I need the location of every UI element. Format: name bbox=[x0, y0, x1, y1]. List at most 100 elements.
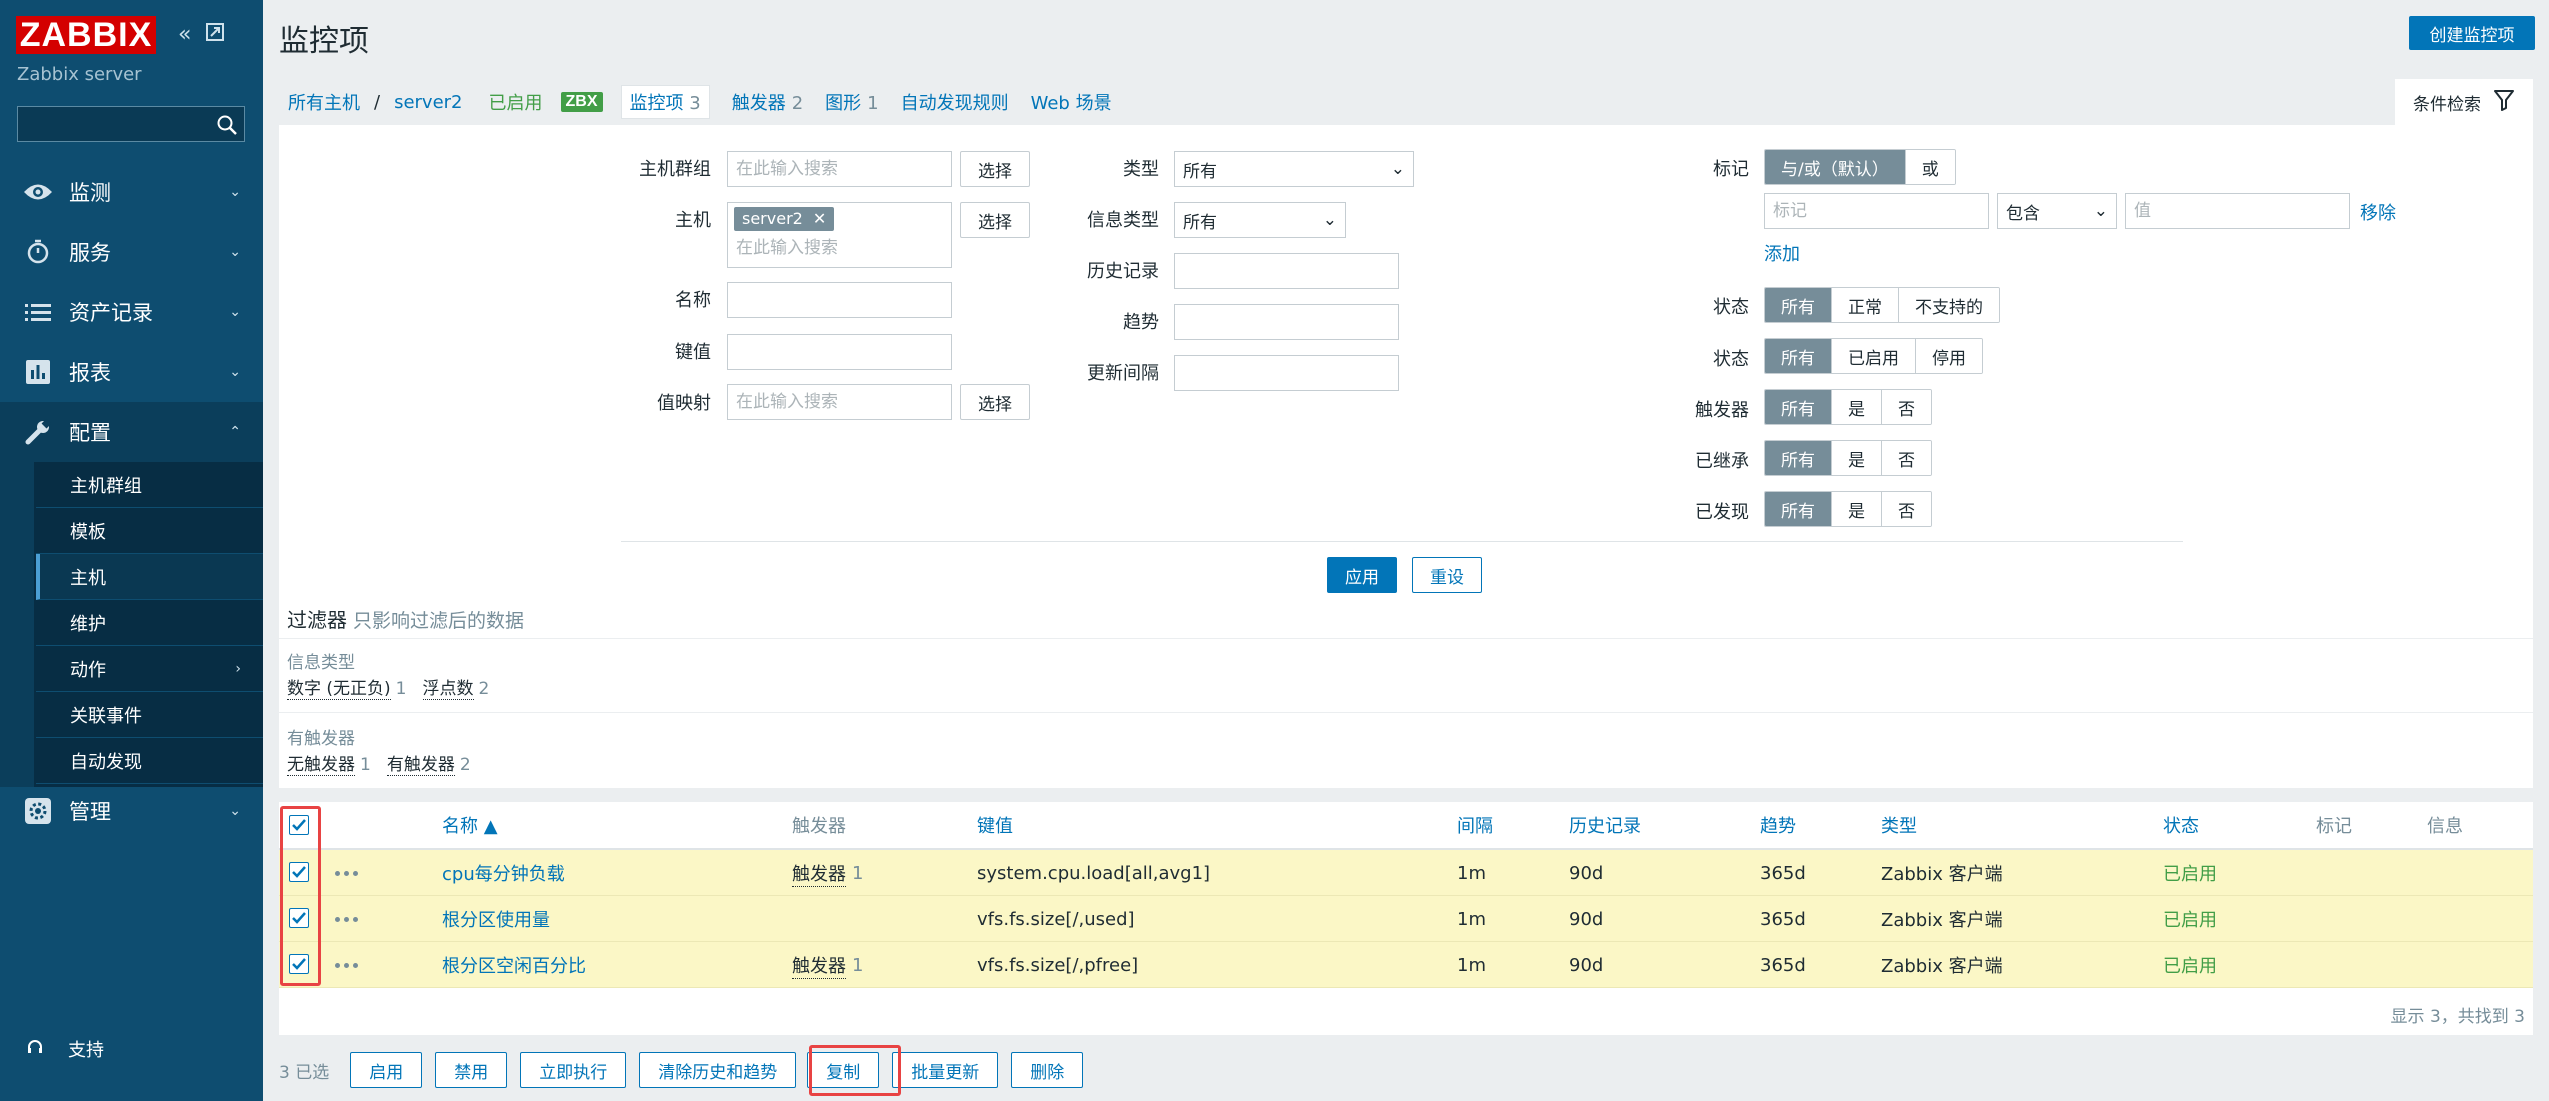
subfilter-value[interactable]: 无触发器 1 bbox=[287, 750, 371, 776]
inherited-no[interactable]: 否 bbox=[1882, 441, 1931, 475]
item-triggers[interactable]: 触发器 1 bbox=[792, 850, 863, 896]
tab-triggers[interactable]: 触发器 2 bbox=[732, 89, 803, 115]
trends-input[interactable] bbox=[1174, 304, 1399, 340]
enable-button[interactable]: 启用 bbox=[350, 1052, 423, 1088]
remove-tag-link[interactable]: 移除 bbox=[2360, 199, 2396, 225]
state-toggle[interactable]: 所有 正常 不支持的 bbox=[1764, 287, 2000, 323]
support-link[interactable]: 支持 bbox=[26, 1036, 104, 1062]
disable-button[interactable]: 禁用 bbox=[435, 1052, 508, 1088]
menu-monitoring[interactable]: 监测 ⌄ bbox=[0, 162, 263, 222]
discovered-no[interactable]: 否 bbox=[1882, 492, 1931, 526]
menu-administration[interactable]: 管理 ⌄ bbox=[0, 781, 263, 841]
column-interval[interactable]: 间隔 bbox=[1457, 802, 1493, 848]
column-type[interactable]: 类型 bbox=[1881, 802, 1917, 848]
triggers-yes[interactable]: 是 bbox=[1832, 390, 1882, 424]
state-all[interactable]: 所有 bbox=[1765, 288, 1832, 322]
tag-name-input[interactable]: 标记 bbox=[1764, 193, 1989, 229]
breadcrumb-host[interactable]: server2 bbox=[394, 92, 462, 113]
column-history[interactable]: 历史记录 bbox=[1569, 802, 1641, 848]
zabbix-logo[interactable]: ZABBIX bbox=[16, 16, 156, 54]
submenu-hosts[interactable]: 主机 bbox=[36, 554, 263, 600]
subfilter-value[interactable]: 数字 (无正负) 1 bbox=[287, 674, 407, 700]
column-name[interactable]: 名称 ▲ bbox=[442, 802, 498, 848]
inherited-yes[interactable]: 是 bbox=[1832, 441, 1882, 475]
tags-mode-or[interactable]: 或 bbox=[1905, 150, 1955, 184]
create-item-button[interactable]: 创建监控项 bbox=[2409, 16, 2535, 50]
state-unsupported[interactable]: 不支持的 bbox=[1899, 288, 1999, 322]
name-input[interactable] bbox=[727, 282, 952, 318]
inherited-toggle[interactable]: 所有 是 否 bbox=[1764, 440, 1932, 476]
triggers-all[interactable]: 所有 bbox=[1765, 390, 1832, 424]
column-status[interactable]: 状态 bbox=[2163, 802, 2199, 848]
search-icon[interactable] bbox=[216, 114, 238, 136]
submenu-host-groups[interactable]: 主机群组 bbox=[36, 462, 263, 508]
host-group-input[interactable]: 在此输入搜索 bbox=[727, 151, 952, 187]
item-status-link[interactable]: 已启用 bbox=[2163, 942, 2217, 988]
subfilter-value[interactable]: 浮点数 2 bbox=[422, 674, 489, 700]
reset-filter-button[interactable]: 重设 bbox=[1412, 557, 1482, 593]
submenu-templates[interactable]: 模板 bbox=[36, 508, 263, 554]
clear-history-button[interactable]: 清除历史和趋势 bbox=[639, 1052, 797, 1088]
info-type-select[interactable]: 所有 ⌄ bbox=[1174, 202, 1346, 238]
submenu-discovery[interactable]: 自动发现 bbox=[36, 738, 263, 784]
delete-button[interactable]: 删除 bbox=[1011, 1052, 1084, 1088]
inherited-all[interactable]: 所有 bbox=[1765, 441, 1832, 475]
row-menu-icon[interactable] bbox=[335, 917, 358, 922]
apply-filter-button[interactable]: 应用 bbox=[1327, 557, 1397, 593]
triggers-toggle[interactable]: 所有 是 否 bbox=[1764, 389, 1932, 425]
menu-reports[interactable]: 报表 ⌄ bbox=[0, 342, 263, 402]
item-name-link[interactable]: 根分区空闲百分比 bbox=[442, 942, 586, 988]
item-triggers[interactable]: 触发器 1 bbox=[792, 942, 863, 988]
tab-items[interactable]: 监控项 3 bbox=[620, 85, 710, 119]
breadcrumb-all-hosts[interactable]: 所有主机 bbox=[288, 89, 360, 115]
row-menu-icon[interactable] bbox=[335, 871, 358, 876]
status-disabled[interactable]: 停用 bbox=[1916, 339, 1982, 373]
valuemap-select-button[interactable]: 选择 bbox=[960, 384, 1030, 420]
valuemap-input[interactable]: 在此输入搜索 bbox=[727, 384, 952, 420]
column-trends[interactable]: 趋势 bbox=[1760, 802, 1796, 848]
filter-tab[interactable]: 条件检索 bbox=[2395, 79, 2533, 125]
status-enabled[interactable]: 已启用 bbox=[1832, 339, 1916, 373]
submenu-actions[interactable]: 动作 › bbox=[36, 646, 263, 692]
tags-mode-and-or[interactable]: 与/或（默认） bbox=[1765, 150, 1906, 184]
history-input[interactable] bbox=[1174, 253, 1399, 289]
key-input[interactable] bbox=[727, 334, 952, 370]
host-input[interactable]: server2 ✕ 在此输入搜索 bbox=[727, 202, 952, 268]
item-name-link[interactable]: 根分区使用量 bbox=[442, 896, 550, 942]
kiosk-mode-icon[interactable] bbox=[205, 22, 225, 48]
column-key[interactable]: 键值 bbox=[977, 802, 1013, 848]
type-select[interactable]: 所有 ⌄ bbox=[1174, 151, 1414, 187]
triggers-no[interactable]: 否 bbox=[1882, 390, 1931, 424]
discovered-toggle[interactable]: 所有 是 否 bbox=[1764, 491, 1932, 527]
tag-value-input[interactable]: 值 bbox=[2125, 193, 2350, 229]
submenu-correlation[interactable]: 关联事件 bbox=[36, 692, 263, 738]
submenu-maintenance[interactable]: 维护 bbox=[36, 600, 263, 646]
discovered-yes[interactable]: 是 bbox=[1832, 492, 1882, 526]
item-status-link[interactable]: 已启用 bbox=[2163, 850, 2217, 896]
menu-inventory[interactable]: 资产记录 ⌄ bbox=[0, 282, 263, 342]
item-name-link[interactable]: cpu每分钟负载 bbox=[442, 850, 565, 896]
status-all[interactable]: 所有 bbox=[1765, 339, 1832, 373]
tags-mode-toggle[interactable]: 与/或（默认） 或 bbox=[1764, 149, 1956, 185]
state-normal[interactable]: 正常 bbox=[1832, 288, 1899, 322]
interval-input[interactable] bbox=[1174, 355, 1399, 391]
menu-services[interactable]: 服务 ⌄ bbox=[0, 222, 263, 282]
discovered-all[interactable]: 所有 bbox=[1765, 492, 1832, 526]
item-status-link[interactable]: 已启用 bbox=[2163, 896, 2217, 942]
row-menu-icon[interactable] bbox=[335, 963, 358, 968]
status-toggle[interactable]: 所有 已启用 停用 bbox=[1764, 338, 1983, 374]
collapse-sidebar-icon[interactable]: « bbox=[178, 22, 191, 48]
sidebar-search-input[interactable] bbox=[17, 106, 245, 142]
execute-now-button[interactable]: 立即执行 bbox=[520, 1052, 627, 1088]
tag-operator-select[interactable]: 包含 ⌄ bbox=[1997, 193, 2117, 229]
add-tag-link[interactable]: 添加 bbox=[1764, 240, 1800, 266]
remove-chip-icon[interactable]: ✕ bbox=[813, 208, 826, 230]
subfilter-value[interactable]: 有触发器 2 bbox=[386, 750, 471, 776]
tab-graphs[interactable]: 图形 1 bbox=[825, 89, 878, 115]
tab-discovery-rules[interactable]: 自动发现规则 bbox=[901, 89, 1009, 115]
tab-web-scenarios[interactable]: Web 场景 bbox=[1031, 89, 1112, 115]
host-group-select-button[interactable]: 选择 bbox=[960, 151, 1030, 187]
menu-configuration[interactable]: 配置 ⌃ bbox=[0, 402, 263, 462]
mass-update-button[interactable]: 批量更新 bbox=[892, 1052, 999, 1088]
host-select-button[interactable]: 选择 bbox=[960, 202, 1030, 238]
